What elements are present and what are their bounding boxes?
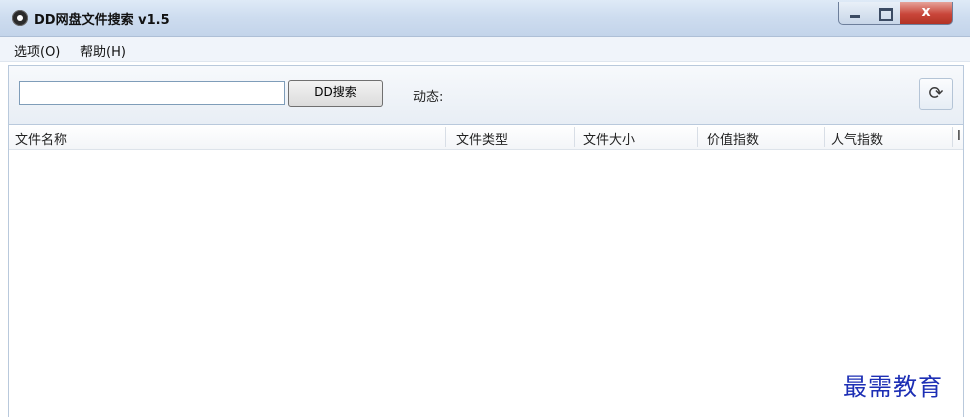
list-header: 文件名称 文件类型 文件大小 价值指数 人气指数 I (9, 125, 963, 150)
column-header-size[interactable]: 文件大小 (583, 129, 635, 148)
maximize-button[interactable] (870, 2, 901, 25)
column-header-popularity[interactable]: 人气指数 (831, 129, 883, 148)
status-label: 动态: (413, 90, 444, 105)
close-icon: x (921, 4, 931, 20)
search-toolbar: DD搜索 动态: ⟳ (8, 65, 964, 125)
watermark: 最需教育 (843, 373, 943, 401)
close-button[interactable]: x (900, 2, 953, 25)
column-divider[interactable] (697, 127, 698, 147)
search-input[interactable] (19, 81, 285, 105)
menu-options[interactable]: 选项(O) (14, 41, 60, 60)
minimize-button[interactable] (838, 2, 872, 25)
window-title: DD网盘文件搜索 v1.5 (34, 13, 170, 28)
column-divider[interactable] (445, 127, 446, 147)
menu-bar: 选项(O) 帮助(H) (0, 37, 970, 62)
results-list[interactable]: 文件名称 文件类型 文件大小 价值指数 人气指数 I (8, 125, 964, 417)
column-divider[interactable] (574, 127, 575, 147)
column-header-type[interactable]: 文件类型 (456, 129, 508, 148)
refresh-icon: ⟳ (928, 83, 944, 104)
column-header-extra[interactable]: I (957, 129, 961, 144)
column-divider[interactable] (952, 127, 953, 147)
column-divider[interactable] (824, 127, 825, 147)
refresh-button[interactable]: ⟳ (919, 78, 953, 110)
title-bar: DD网盘文件搜索 v1.5 x (0, 0, 970, 37)
menu-help[interactable]: 帮助(H) (80, 41, 126, 60)
search-button[interactable]: DD搜索 (288, 80, 383, 107)
column-header-value[interactable]: 价值指数 (707, 129, 759, 148)
column-header-name[interactable]: 文件名称 (15, 129, 67, 148)
app-icon (12, 10, 28, 26)
